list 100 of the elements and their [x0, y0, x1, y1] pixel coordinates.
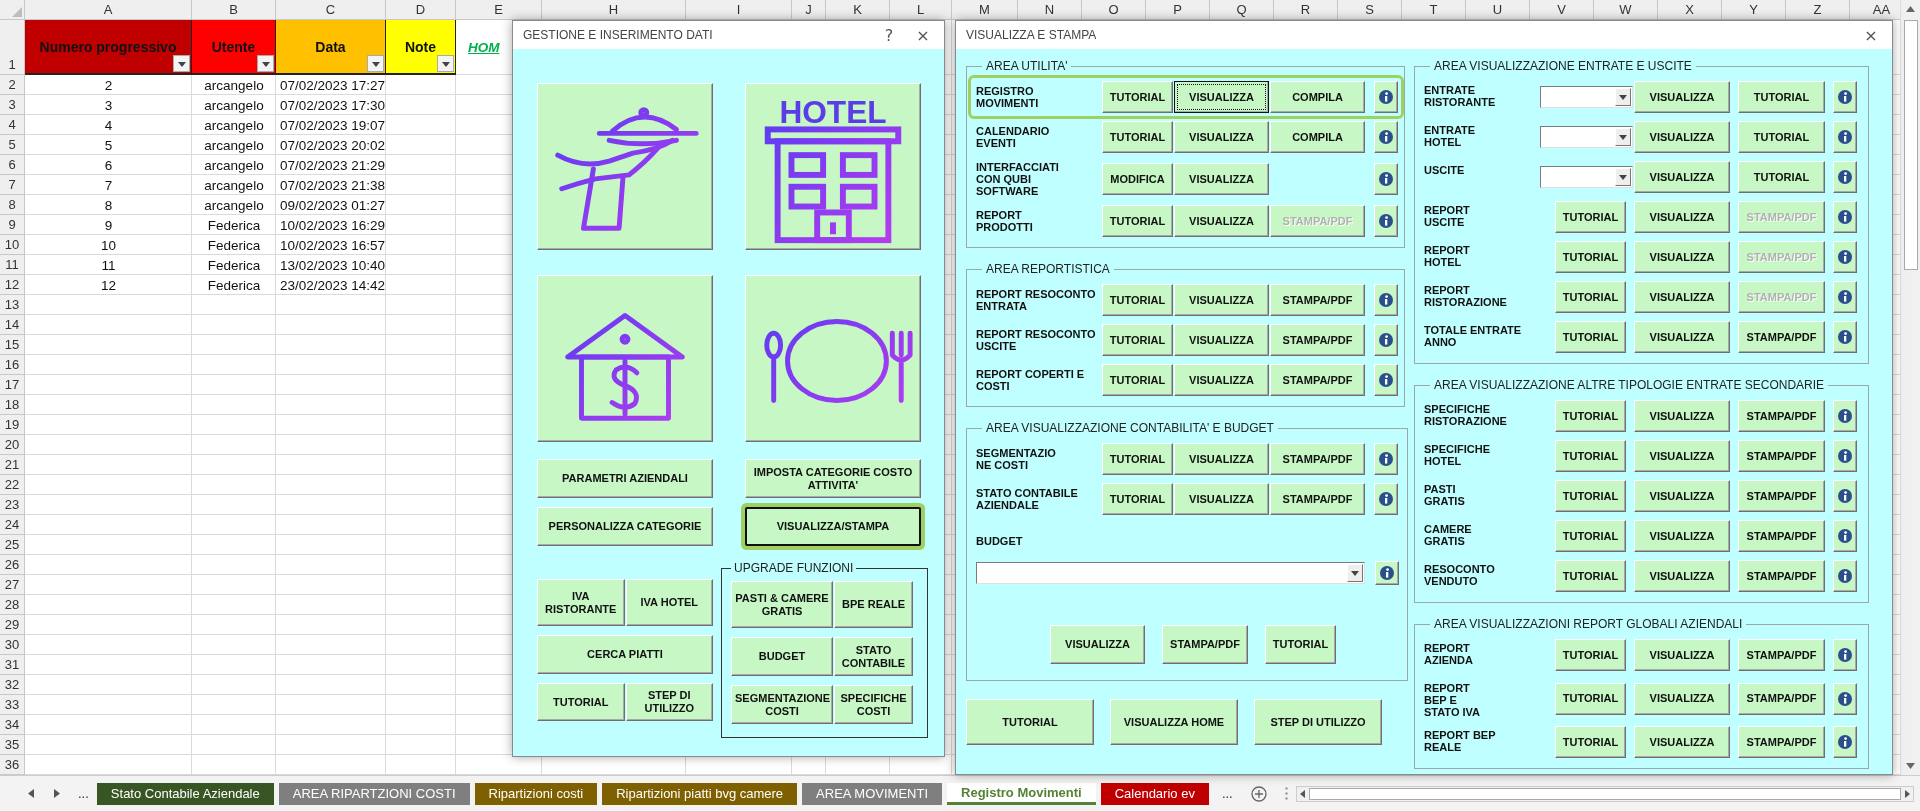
- info-button[interactable]: [1375, 561, 1399, 585]
- action-button[interactable]: VISUALIZZA: [1174, 121, 1269, 153]
- info-button[interactable]: [1833, 560, 1857, 592]
- more-sheets[interactable]: ...: [1213, 786, 1241, 801]
- info-button[interactable]: [1374, 284, 1398, 316]
- next-sheet-icon[interactable]: [54, 789, 60, 798]
- action-button[interactable]: VISUALIZZA: [1634, 121, 1730, 153]
- sheet-tab[interactable]: AREA MOVIMENTI: [802, 782, 943, 805]
- row-header[interactable]: 5: [0, 135, 25, 155]
- row-header[interactable]: 2: [0, 75, 25, 95]
- action-button[interactable]: STEP DI UTILIZZO: [1254, 699, 1382, 745]
- action-button[interactable]: STAMPA/PDF: [1738, 560, 1825, 592]
- row-header[interactable]: 13: [0, 295, 25, 315]
- column-header[interactable]: Z: [1786, 0, 1850, 20]
- action-button[interactable]: TUTORIAL: [1555, 682, 1626, 715]
- action-button[interactable]: SPECIFICHE COSTI: [834, 685, 913, 724]
- column-header[interactable]: Y: [1722, 0, 1786, 20]
- action-button[interactable]: PASTI & CAMERE GRATIS: [731, 581, 833, 628]
- dropdown-button[interactable]: [1615, 88, 1631, 106]
- column-header[interactable]: AA: [1850, 0, 1900, 20]
- row-header[interactable]: 30: [0, 635, 25, 655]
- action-button[interactable]: TUTORIAL: [1738, 81, 1825, 113]
- previous-sheet-icon[interactable]: [28, 789, 34, 798]
- dropdown-field[interactable]: [1540, 166, 1633, 188]
- sheet-tab[interactable]: AREA RIPARTZIONI COSTI: [278, 782, 470, 805]
- add-sheet-icon[interactable]: [1250, 785, 1267, 802]
- info-button[interactable]: [1833, 726, 1857, 758]
- filter-button[interactable]: [173, 55, 190, 72]
- column-header[interactable]: B: [192, 0, 276, 20]
- column-header[interactable]: K: [826, 0, 890, 20]
- row-header[interactable]: 12: [0, 275, 25, 295]
- more-sheets[interactable]: ...: [70, 786, 97, 801]
- action-button[interactable]: STEP DI UTILIZZO: [625, 683, 713, 721]
- action-button[interactable]: VISUALIZZA: [1634, 520, 1730, 552]
- action-button[interactable]: TUTORIAL: [1102, 121, 1173, 153]
- row-header[interactable]: 15: [0, 335, 25, 355]
- info-button[interactable]: [1833, 201, 1857, 233]
- info-button[interactable]: [1374, 163, 1398, 195]
- info-button[interactable]: [1374, 483, 1398, 515]
- column-header[interactable]: C: [276, 0, 386, 20]
- action-button[interactable]: TUTORIAL: [1555, 241, 1626, 273]
- action-button[interactable]: STAMPA/PDF: [1738, 321, 1825, 353]
- row-header[interactable]: 10: [0, 235, 25, 255]
- action-button[interactable]: TUTORIAL: [1102, 324, 1173, 356]
- info-button[interactable]: [1374, 324, 1398, 356]
- action-button[interactable]: VISUALIZZA HOME: [1110, 699, 1238, 745]
- action-button[interactable]: VISUALIZZA: [1050, 625, 1145, 664]
- row-header[interactable]: 26: [0, 555, 25, 575]
- action-button[interactable]: BUDGET: [731, 637, 833, 676]
- close-button[interactable]: ×: [906, 22, 940, 48]
- filter-button[interactable]: [257, 55, 274, 72]
- column-header[interactable]: P: [1146, 0, 1210, 20]
- info-button[interactable]: [1833, 440, 1857, 472]
- action-button[interactable]: TUTORIAL: [537, 683, 625, 721]
- action-button[interactable]: TUTORIAL: [1102, 284, 1173, 316]
- action-button[interactable]: STATO CONTABILE: [834, 637, 913, 676]
- row-header[interactable]: 19: [0, 415, 25, 435]
- action-button[interactable]: VISUALIZZA: [1174, 81, 1269, 113]
- column-header[interactable]: L: [890, 0, 952, 20]
- tile-button[interactable]: HOTEL: [745, 83, 921, 250]
- row-header[interactable]: 16: [0, 355, 25, 375]
- row-header[interactable]: 9: [0, 215, 25, 235]
- column-header[interactable]: W: [1594, 0, 1658, 20]
- column-header[interactable]: I: [686, 0, 792, 20]
- down-arrow-icon[interactable]: [1906, 763, 1915, 769]
- action-button[interactable]: VISUALIZZA: [1174, 483, 1269, 515]
- action-button[interactable]: TUTORIAL: [1102, 205, 1173, 237]
- row-header[interactable]: 33: [0, 695, 25, 715]
- action-button[interactable]: TUTORIAL: [1555, 281, 1626, 313]
- column-header[interactable]: U: [1466, 0, 1530, 20]
- column-header[interactable]: D: [386, 0, 456, 20]
- info-button[interactable]: [1374, 443, 1398, 475]
- action-button[interactable]: TUTORIAL: [1738, 121, 1825, 153]
- row-header[interactable]: 27: [0, 575, 25, 595]
- row-header[interactable]: 31: [0, 655, 25, 675]
- up-arrow-icon[interactable]: [1906, 6, 1915, 12]
- info-button[interactable]: [1833, 241, 1857, 273]
- info-button[interactable]: [1833, 161, 1857, 193]
- column-header[interactable]: E: [456, 0, 542, 20]
- info-button[interactable]: [1833, 321, 1857, 353]
- row-header[interactable]: 11: [0, 255, 25, 275]
- action-button[interactable]: CERCA PIATTI: [537, 635, 713, 674]
- column-header[interactable]: Q: [1210, 0, 1274, 20]
- info-button[interactable]: [1374, 364, 1398, 396]
- action-button[interactable]: TUTORIAL: [1555, 639, 1626, 671]
- row-header[interactable]: 32: [0, 675, 25, 695]
- action-button[interactable]: STAMPA/PDF: [1738, 400, 1825, 432]
- help-button[interactable]: ?: [872, 22, 906, 48]
- filter-button[interactable]: [437, 55, 454, 72]
- action-button[interactable]: STAMPA/PDF: [1738, 726, 1825, 758]
- row-header[interactable]: 17: [0, 375, 25, 395]
- dropdown-field[interactable]: [1540, 126, 1633, 148]
- info-button[interactable]: [1833, 121, 1857, 153]
- tile-button[interactable]: [745, 275, 921, 442]
- action-button[interactable]: STAMPA/PDF: [1738, 639, 1825, 671]
- action-button[interactable]: STAMPA/PDF: [1738, 440, 1825, 472]
- action-button[interactable]: TUTORIAL: [1555, 520, 1626, 552]
- tile-button[interactable]: [537, 275, 713, 442]
- row-header[interactable]: 6: [0, 155, 25, 175]
- scroll-thumb[interactable]: [1903, 20, 1918, 270]
